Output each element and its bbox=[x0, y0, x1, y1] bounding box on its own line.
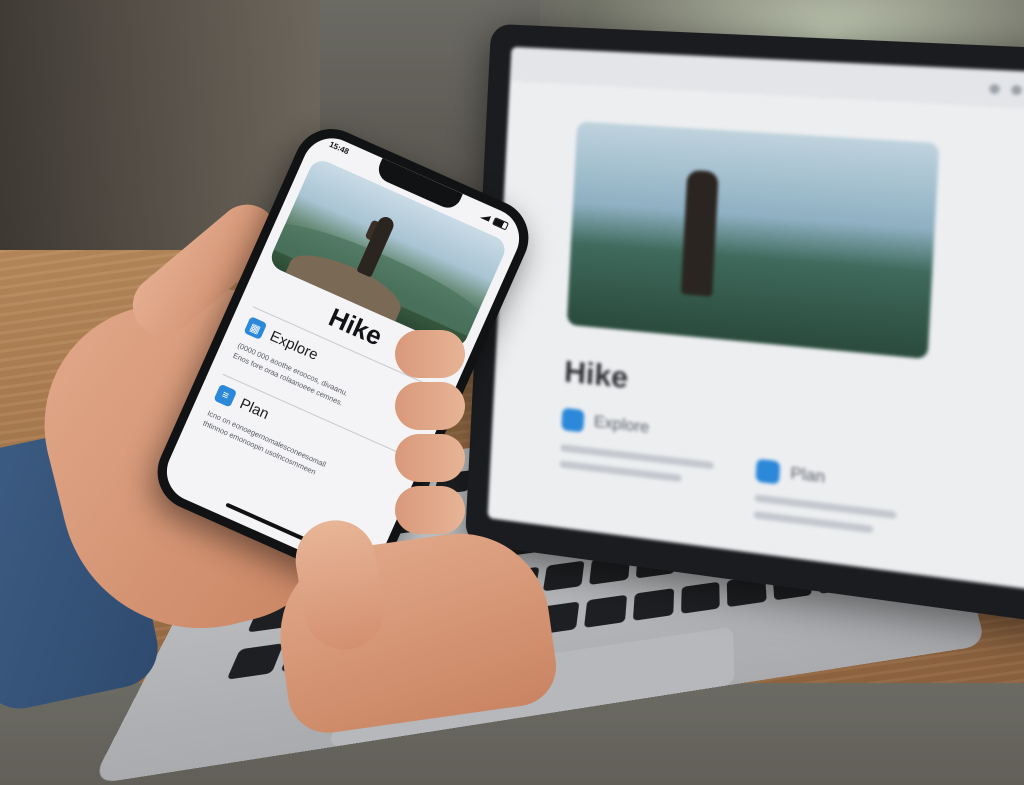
laptop-display: Hike Explore Plan bbox=[487, 46, 1024, 591]
laptop-text-line bbox=[559, 460, 682, 483]
document-icon: ≡ bbox=[213, 383, 238, 408]
status-time: 15:48 bbox=[327, 139, 351, 157]
signal-icon bbox=[480, 212, 492, 222]
keyboard-key[interactable] bbox=[226, 642, 284, 680]
laptop-item-explore[interactable]: Explore bbox=[561, 407, 650, 440]
laptop-item-plan[interactable]: Plan bbox=[755, 458, 826, 490]
document-icon bbox=[755, 458, 781, 485]
toolbar-dot-icon[interactable] bbox=[989, 83, 1001, 94]
laptop-browser-toolbar bbox=[509, 46, 1024, 111]
keyboard-key[interactable] bbox=[680, 581, 720, 614]
hero-image bbox=[267, 156, 509, 351]
map-icon bbox=[561, 407, 585, 433]
keyboard-key[interactable] bbox=[584, 594, 628, 628]
laptop-text-line bbox=[753, 510, 874, 534]
section-label: Plan bbox=[237, 394, 272, 423]
left-fingers bbox=[395, 330, 465, 550]
keyboard-key[interactable] bbox=[542, 560, 585, 592]
toolbar-dot-icon[interactable] bbox=[1011, 84, 1023, 95]
laptop-page-title: Hike bbox=[563, 355, 630, 396]
laptop-hero-image bbox=[566, 121, 940, 360]
battery-icon bbox=[492, 217, 509, 231]
keyboard-key[interactable] bbox=[632, 587, 674, 621]
laptop-screen: Hike Explore Plan bbox=[464, 23, 1024, 625]
map-icon: ▦ bbox=[243, 316, 268, 340]
